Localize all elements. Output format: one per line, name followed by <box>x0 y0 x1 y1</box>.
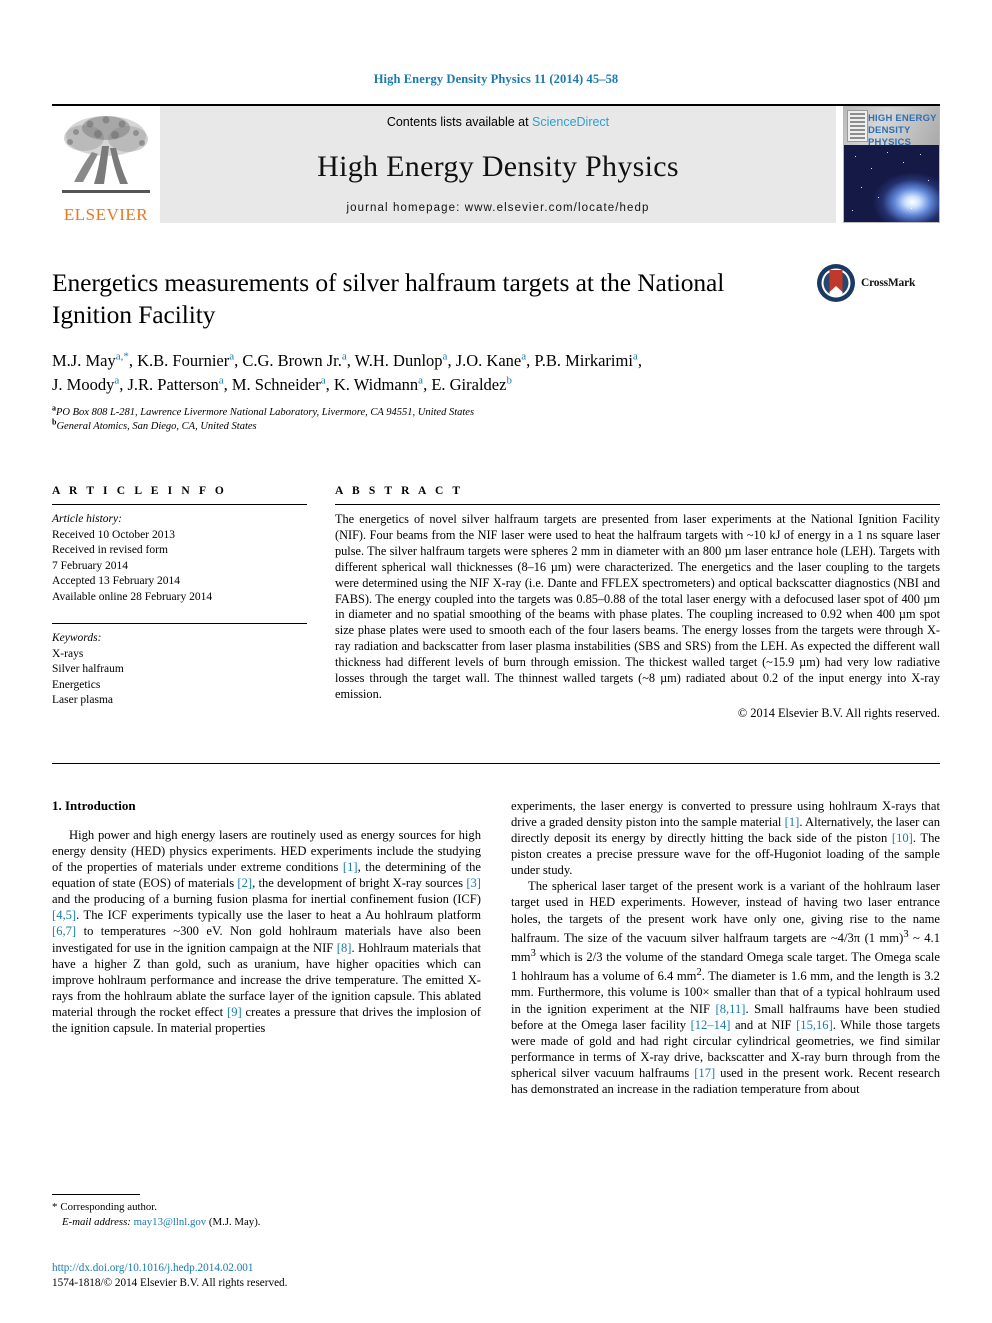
citation-link[interactable]: [2] <box>237 876 252 890</box>
body-column-right: experiments, the laser energy is convert… <box>511 798 940 1097</box>
body-columns: 1. Introduction High power and high ener… <box>52 797 940 1228</box>
cover-starfield-image <box>844 145 939 222</box>
page-footer: http://dx.doi.org/10.1016/j.hedp.2014.02… <box>52 1261 287 1291</box>
cover-mini-panel <box>847 110 868 142</box>
doi-link[interactable]: http://dx.doi.org/10.1016/j.hedp.2014.02… <box>52 1262 253 1274</box>
journal-title: High Energy Density Physics <box>317 149 679 183</box>
keywords-label: Keywords: <box>52 632 102 644</box>
affiliations: aPO Box 808 L-281, Lawrence Livermore Na… <box>52 403 800 433</box>
sciencedirect-link[interactable]: ScienceDirect <box>532 115 609 129</box>
citation-link[interactable]: [17] <box>694 1066 715 1080</box>
article-info-column: A R T I C L E I N F O Article history: R… <box>52 485 307 721</box>
contents-lists-line: Contents lists available at ScienceDirec… <box>387 115 609 129</box>
citation-link[interactable]: [15,16] <box>796 1018 833 1032</box>
citation-link[interactable]: [3] <box>466 876 481 890</box>
email-link[interactable]: may13@llnl.gov <box>134 1216 207 1228</box>
article-history-label: Article history: <box>52 513 122 525</box>
crossmark-icon <box>817 264 855 302</box>
abstract-copyright: © 2014 Elsevier B.V. All rights reserved… <box>737 705 940 720</box>
running-head: High Energy Density Physics 11 (2014) 45… <box>373 72 619 86</box>
email-label: E-mail address: <box>62 1215 131 1228</box>
elsevier-logo: ELSEVIER <box>52 106 160 223</box>
affiliation-a: aPO Box 808 L-281, Lawrence Livermore Na… <box>52 403 475 418</box>
affiliation-a-text: PO Box 808 L-281, Lawrence Livermore Nat… <box>56 407 475 418</box>
affiliation-b: bGeneral Atomics, San Diego, CA, United … <box>52 417 257 432</box>
cover-title-text: HIGH ENERGY DENSITY PHYSICS <box>868 113 937 148</box>
text-run: , the development of bright X-ray source… <box>252 876 467 891</box>
citation-link[interactable]: [4,5] <box>52 908 76 922</box>
keywords-rule <box>52 623 307 624</box>
corresponding-author-footnote: * Corresponding author. E-mail address: m… <box>52 1194 481 1229</box>
journal-masthead: ELSEVIER Contents lists available at Sci… <box>52 104 940 223</box>
title-block: Energetics measurements of silver halfra… <box>52 264 940 433</box>
citation-link[interactable]: [1] <box>785 815 800 829</box>
author-list: M.J. Maya,*, K.B. Fourniera, C.G. Brown … <box>52 349 800 397</box>
history-item: Available online 28 February 2014 <box>52 590 213 603</box>
article-info-heading: A R T I C L E I N F O <box>52 485 227 497</box>
citation-link[interactable]: [12–14] <box>691 1018 731 1032</box>
issn-copyright-line: 1574-1818/© 2014 Elsevier B.V. All right… <box>52 1277 288 1289</box>
abstract-rule <box>335 504 940 505</box>
citation-link[interactable]: [1] <box>343 860 358 874</box>
article-info-rule <box>52 504 307 505</box>
intro-paragraph-right-1: experiments, the laser energy is convert… <box>511 798 940 878</box>
footnote-line-2: E-mail address: may13@llnl.gov (M.J. May… <box>52 1215 481 1230</box>
citation-link[interactable]: [9] <box>227 1005 242 1019</box>
body-column-left: 1. Introduction High power and high ener… <box>52 797 481 1228</box>
text-run: The spherical laser target of the presen… <box>511 879 940 945</box>
text-run: and the producing of a burning fusion pl… <box>52 892 481 907</box>
footnote-corresponding-text: Corresponding author. <box>60 1201 157 1214</box>
citation-link[interactable]: [8] <box>337 941 352 955</box>
keyword-item: X-rays <box>52 647 84 660</box>
text-run: and at NIF <box>730 1017 797 1032</box>
history-item: Accepted 13 February 2014 <box>52 575 181 587</box>
journal-banner: Contents lists available at ScienceDirec… <box>160 106 836 223</box>
history-item: Received in revised form <box>52 544 168 556</box>
elsevier-tree-icon <box>62 116 150 193</box>
text-run: . The ICF experiments typically use the … <box>76 908 481 923</box>
article-page: High Energy Density Physics 11 (2014) 45… <box>0 0 992 1323</box>
footnote-line-1: * Corresponding author. <box>52 1200 481 1215</box>
footnote-star: * <box>52 1201 58 1214</box>
history-item: 7 February 2014 <box>52 559 129 572</box>
keywords-block: Keywords: X-rays Silver halfraum Energet… <box>52 623 307 709</box>
intro-paragraph-right-2: The spherical laser target of the presen… <box>511 878 940 1097</box>
author-line-1: M.J. Maya,*, K.B. Fourniera, C.G. Brown … <box>52 350 642 370</box>
abstract-text: The energetics of novel silver halfraum … <box>335 512 940 701</box>
crossmark-label: CrossMark <box>861 277 916 289</box>
journal-homepage[interactable]: journal homepage: www.elsevier.com/locat… <box>346 202 649 214</box>
keyword-item: Laser plasma <box>52 694 113 706</box>
keyword-item: Energetics <box>52 678 101 691</box>
email-owner: (M.J. May). <box>208 1215 261 1228</box>
crossmark-badge[interactable]: CrossMark <box>816 263 940 303</box>
footnote-rule <box>52 1194 140 1196</box>
journal-cover-thumbnail: HIGH ENERGY DENSITY PHYSICS <box>836 106 940 223</box>
history-item: Received 10 October 2013 <box>52 528 175 541</box>
page-title: Energetics measurements of silver halfra… <box>52 268 725 329</box>
intro-paragraph-left: High power and high energy lasers are ro… <box>52 827 481 1036</box>
info-abstract-section: A R T I C L E I N F O Article history: R… <box>52 485 940 721</box>
contents-prefix: Contents lists available at <box>386 115 533 129</box>
citation-link[interactable]: [6,7] <box>52 924 76 938</box>
citation-link[interactable]: [8,11] <box>716 1002 746 1016</box>
citation-link[interactable]: [10] <box>892 831 913 845</box>
elsevier-wordmark: ELSEVIER <box>63 205 149 223</box>
section-divider <box>52 762 940 764</box>
author-line-2: J. Moodya, J.R. Pattersona, M. Schneider… <box>52 374 512 394</box>
abstract-heading: A B S T R A C T <box>335 485 464 497</box>
abstract-column: A B S T R A C T The energetics of novel … <box>335 485 940 721</box>
section-title-introduction: 1. Introduction <box>52 797 136 813</box>
affiliation-b-text: General Atomics, San Diego, CA, United S… <box>56 420 257 432</box>
keyword-item: Silver halfraum <box>52 663 124 675</box>
